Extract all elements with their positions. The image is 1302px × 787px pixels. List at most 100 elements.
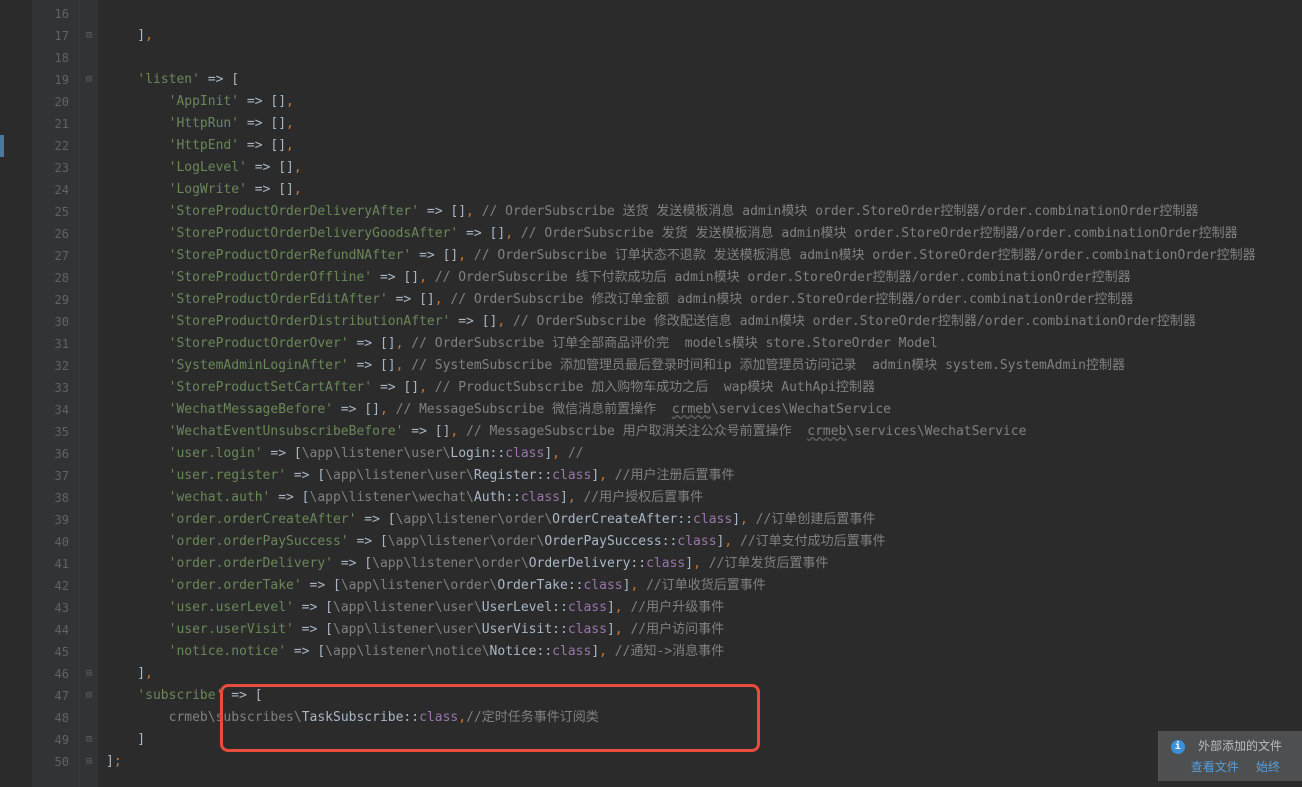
code-area[interactable]: ], 'listen' => [ 'AppInit' => [], 'HttpR… — [98, 0, 1302, 787]
line-number[interactable]: 20 — [32, 91, 79, 113]
code-line[interactable]: 'notice.notice' => [\app\listener\notice… — [98, 641, 1302, 663]
code-line[interactable]: 'wechat.auth' => [\app\listener\wechat\A… — [98, 487, 1302, 509]
code-line[interactable]: 'AppInit' => [], — [98, 91, 1302, 113]
fold-marker[interactable] — [80, 47, 98, 69]
fold-marker[interactable] — [80, 333, 98, 355]
line-number[interactable]: 35 — [32, 421, 79, 443]
fold-marker[interactable] — [80, 641, 98, 663]
fold-marker[interactable] — [80, 487, 98, 509]
line-number[interactable]: 36 — [32, 443, 79, 465]
line-number[interactable]: 45 — [32, 641, 79, 663]
line-number-gutter[interactable]: 1617181920212223242526272829303132333435… — [32, 0, 80, 787]
fold-marker[interactable] — [80, 553, 98, 575]
fold-marker[interactable]: ⊟ — [80, 69, 98, 91]
fold-marker[interactable] — [80, 267, 98, 289]
fold-marker[interactable] — [80, 201, 98, 223]
line-number[interactable]: 43 — [32, 597, 79, 619]
line-number[interactable]: 32 — [32, 355, 79, 377]
line-number[interactable]: 28 — [32, 267, 79, 289]
line-number[interactable]: 34 — [32, 399, 79, 421]
code-line[interactable]: crmeb\subscribes\TaskSubscribe::class,//… — [98, 707, 1302, 729]
fold-marker[interactable] — [80, 135, 98, 157]
code-line[interactable]: 'order.orderPaySuccess' => [\app\listene… — [98, 531, 1302, 553]
line-number[interactable]: 49 — [32, 729, 79, 751]
fold-marker[interactable] — [80, 289, 98, 311]
line-number[interactable]: 27 — [32, 245, 79, 267]
view-files-link[interactable]: 查看文件 — [1191, 760, 1239, 774]
code-line[interactable]: 'LogWrite' => [], — [98, 179, 1302, 201]
fold-marker[interactable] — [80, 465, 98, 487]
code-line[interactable]: 'StoreProductOrderDeliveryAfter' => [], … — [98, 201, 1302, 223]
code-line[interactable]: 'StoreProductOrderOver' => [], // OrderS… — [98, 333, 1302, 355]
line-number[interactable]: 19 — [32, 69, 79, 91]
code-line[interactable]: 'order.orderCreateAfter' => [\app\listen… — [98, 509, 1302, 531]
code-line[interactable]: 'order.orderTake' => [\app\listener\orde… — [98, 575, 1302, 597]
code-line[interactable]: 'HttpRun' => [], — [98, 113, 1302, 135]
code-line[interactable]: 'subscribe' => [ — [98, 685, 1302, 707]
line-number[interactable]: 23 — [32, 157, 79, 179]
fold-marker[interactable]: ⊟ — [80, 751, 98, 773]
line-number[interactable]: 48 — [32, 707, 79, 729]
code-line[interactable]: 'StoreProductOrderEditAfter' => [], // O… — [98, 289, 1302, 311]
always-link[interactable]: 始终 — [1256, 760, 1280, 774]
line-number[interactable]: 22 — [32, 135, 79, 157]
fold-marker[interactable] — [80, 311, 98, 333]
code-line[interactable] — [98, 3, 1302, 25]
fold-marker[interactable] — [80, 707, 98, 729]
line-number[interactable]: 37 — [32, 465, 79, 487]
fold-marker[interactable] — [80, 245, 98, 267]
line-number[interactable]: 16 — [32, 3, 79, 25]
code-line[interactable]: 'listen' => [ — [98, 69, 1302, 91]
code-line[interactable]: 'StoreProductOrderDeliveryGoodsAfter' =>… — [98, 223, 1302, 245]
code-line[interactable]: 'StoreProductOrderOffline' => [], // Ord… — [98, 267, 1302, 289]
fold-marker[interactable] — [80, 355, 98, 377]
fold-marker[interactable]: ⊟ — [80, 685, 98, 707]
line-number[interactable]: 39 — [32, 509, 79, 531]
line-number[interactable]: 46 — [32, 663, 79, 685]
fold-marker[interactable] — [80, 443, 98, 465]
line-number[interactable]: 17 — [32, 25, 79, 47]
line-number[interactable]: 24 — [32, 179, 79, 201]
code-line[interactable]: 'StoreProductSetCartAfter' => [], // Pro… — [98, 377, 1302, 399]
line-number[interactable]: 41 — [32, 553, 79, 575]
code-line[interactable]: 'WechatEventUnsubscribeBefore' => [], //… — [98, 421, 1302, 443]
fold-marker[interactable] — [80, 179, 98, 201]
code-line[interactable]: 'user.userVisit' => [\app\listener\user\… — [98, 619, 1302, 641]
fold-marker[interactable]: ⊟ — [80, 25, 98, 47]
fold-marker[interactable] — [80, 223, 98, 245]
fold-marker[interactable] — [80, 3, 98, 25]
fold-marker[interactable] — [80, 91, 98, 113]
code-line[interactable] — [98, 47, 1302, 69]
line-number[interactable]: 44 — [32, 619, 79, 641]
code-line[interactable]: ] — [98, 729, 1302, 751]
code-line[interactable]: ], — [98, 663, 1302, 685]
code-line[interactable]: 'LogLevel' => [], — [98, 157, 1302, 179]
line-number[interactable]: 42 — [32, 575, 79, 597]
code-line[interactable]: 'user.register' => [\app\listener\user\R… — [98, 465, 1302, 487]
line-number[interactable]: 40 — [32, 531, 79, 553]
code-line[interactable]: 'SystemAdminLoginAfter' => [], // System… — [98, 355, 1302, 377]
fold-marker[interactable] — [80, 619, 98, 641]
fold-column[interactable]: ⊟⊟⊟⊟⊟⊟ — [80, 0, 98, 787]
code-line[interactable]: 'user.login' => [\app\listener\user\Logi… — [98, 443, 1302, 465]
code-line[interactable]: ], — [98, 25, 1302, 47]
line-number[interactable]: 26 — [32, 223, 79, 245]
code-line[interactable]: 'user.userLevel' => [\app\listener\user\… — [98, 597, 1302, 619]
fold-marker[interactable]: ⊟ — [80, 729, 98, 751]
line-number[interactable]: 31 — [32, 333, 79, 355]
line-number[interactable]: 21 — [32, 113, 79, 135]
fold-marker[interactable]: ⊟ — [80, 663, 98, 685]
fold-marker[interactable] — [80, 509, 98, 531]
line-number[interactable]: 50 — [32, 751, 79, 773]
fold-marker[interactable] — [80, 399, 98, 421]
code-line[interactable]: ]; — [98, 751, 1302, 773]
fold-marker[interactable] — [80, 597, 98, 619]
fold-marker[interactable] — [80, 531, 98, 553]
code-line[interactable]: 'StoreProductOrderRefundNAfter' => [], /… — [98, 245, 1302, 267]
fold-marker[interactable] — [80, 157, 98, 179]
line-number[interactable]: 38 — [32, 487, 79, 509]
line-number[interactable]: 33 — [32, 377, 79, 399]
fold-marker[interactable] — [80, 113, 98, 135]
code-line[interactable]: 'WechatMessageBefore' => [], // MessageS… — [98, 399, 1302, 421]
code-line[interactable]: 'StoreProductOrderDistributionAfter' => … — [98, 311, 1302, 333]
